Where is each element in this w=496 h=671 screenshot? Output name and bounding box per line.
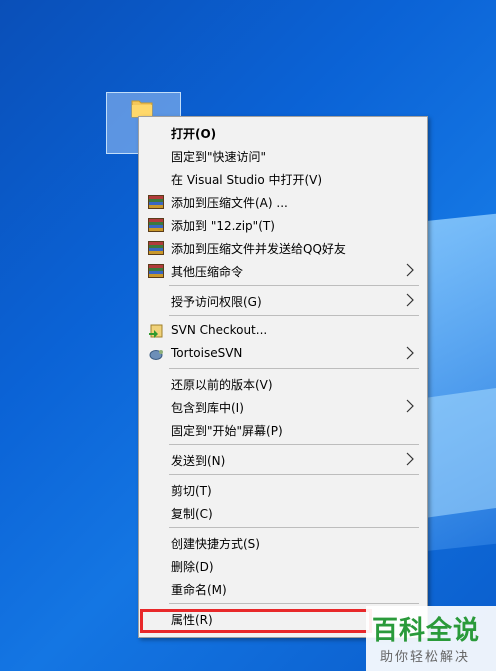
menu-item-send-to[interactable]: 发送到(N) bbox=[139, 449, 427, 471]
watermark-subtitle: 助你轻松解决 bbox=[380, 650, 471, 665]
winrar-icon bbox=[148, 264, 164, 278]
menu-item-pin-quick-access[interactable]: 固定到"快速访问" bbox=[139, 145, 427, 167]
chevron-right-icon bbox=[406, 452, 414, 466]
menu-item-other-compress[interactable]: 其他压缩命令 bbox=[139, 260, 427, 282]
menu-item-label: 打开(O) bbox=[171, 127, 217, 141]
menu-item-svn-checkout[interactable]: SVN Checkout... bbox=[139, 320, 427, 342]
menu-item-label: 包含到库中(I) bbox=[171, 401, 244, 415]
menu-item-tortoisesvn[interactable]: TortoiseSVN bbox=[139, 343, 427, 365]
menu-separator bbox=[169, 474, 419, 475]
menu-item-label: 添加到压缩文件并发送给QQ好友 bbox=[171, 242, 346, 256]
menu-item-pin-start[interactable]: 固定到"开始"屏幕(P) bbox=[139, 419, 427, 441]
menu-item-label: 在 Visual Studio 中打开(V) bbox=[171, 173, 323, 187]
menu-item-label: 重命名(M) bbox=[171, 583, 227, 597]
menu-separator bbox=[169, 527, 419, 528]
chevron-right-icon bbox=[406, 399, 414, 413]
watermark-title: 百科全说 bbox=[372, 616, 481, 646]
menu-item-open-visual-studio[interactable]: 在 Visual Studio 中打开(V) bbox=[139, 168, 427, 190]
menu-item-add-to-archive[interactable]: 添加到压缩文件(A) ... bbox=[139, 191, 427, 213]
winrar-icon bbox=[148, 218, 164, 232]
chevron-right-icon bbox=[406, 293, 414, 307]
menu-item-label: 授予访问权限(G) bbox=[171, 295, 262, 309]
menu-item-include-library[interactable]: 包含到库中(I) bbox=[139, 396, 427, 418]
menu-item-add-to-zip[interactable]: 添加到 "12.zip"(T) bbox=[139, 214, 427, 236]
menu-item-archive-send-qq[interactable]: 添加到压缩文件并发送给QQ好友 bbox=[139, 237, 427, 259]
menu-item-label: 还原以前的版本(V) bbox=[171, 378, 273, 392]
menu-separator bbox=[169, 603, 419, 604]
menu-item-label: 剪切(T) bbox=[171, 484, 212, 498]
menu-item-label: TortoiseSVN bbox=[171, 346, 243, 360]
menu-item-create-shortcut[interactable]: 创建快捷方式(S) bbox=[139, 532, 427, 554]
menu-item-label: 发送到(N) bbox=[171, 454, 226, 468]
watermark-logo: 百科全说 助你轻松解决 bbox=[366, 606, 496, 671]
menu-separator bbox=[169, 368, 419, 369]
menu-separator bbox=[169, 444, 419, 445]
menu-item-grant-access[interactable]: 授予访问权限(G) bbox=[139, 290, 427, 312]
menu-item-delete[interactable]: 删除(D) bbox=[139, 555, 427, 577]
menu-separator bbox=[169, 315, 419, 316]
chevron-right-icon bbox=[406, 263, 414, 277]
context-menu: 打开(O) 固定到"快速访问" 在 Visual Studio 中打开(V) 添… bbox=[138, 116, 428, 638]
menu-separator bbox=[169, 285, 419, 286]
menu-item-label: 固定到"开始"屏幕(P) bbox=[171, 424, 283, 438]
menu-item-label: 创建快捷方式(S) bbox=[171, 537, 260, 551]
chevron-right-icon bbox=[406, 346, 414, 360]
menu-item-open[interactable]: 打开(O) bbox=[139, 122, 427, 144]
svn-checkout-icon bbox=[149, 324, 163, 338]
menu-item-label: 删除(D) bbox=[171, 560, 214, 574]
winrar-icon bbox=[148, 195, 164, 209]
tortoisesvn-icon bbox=[149, 350, 163, 360]
properties-highlight-box bbox=[140, 609, 372, 633]
winrar-icon bbox=[148, 241, 164, 255]
menu-item-label: 添加到压缩文件(A) ... bbox=[171, 196, 288, 210]
menu-item-rename[interactable]: 重命名(M) bbox=[139, 578, 427, 600]
menu-item-label: 添加到 "12.zip"(T) bbox=[171, 219, 275, 233]
menu-item-label: SVN Checkout... bbox=[171, 323, 268, 337]
menu-item-copy[interactable]: 复制(C) bbox=[139, 502, 427, 524]
menu-item-restore-versions[interactable]: 还原以前的版本(V) bbox=[139, 373, 427, 395]
menu-item-label: 其他压缩命令 bbox=[171, 265, 244, 279]
menu-item-label: 固定到"快速访问" bbox=[171, 150, 267, 164]
menu-item-label: 复制(C) bbox=[171, 507, 213, 521]
menu-item-cut[interactable]: 剪切(T) bbox=[139, 479, 427, 501]
